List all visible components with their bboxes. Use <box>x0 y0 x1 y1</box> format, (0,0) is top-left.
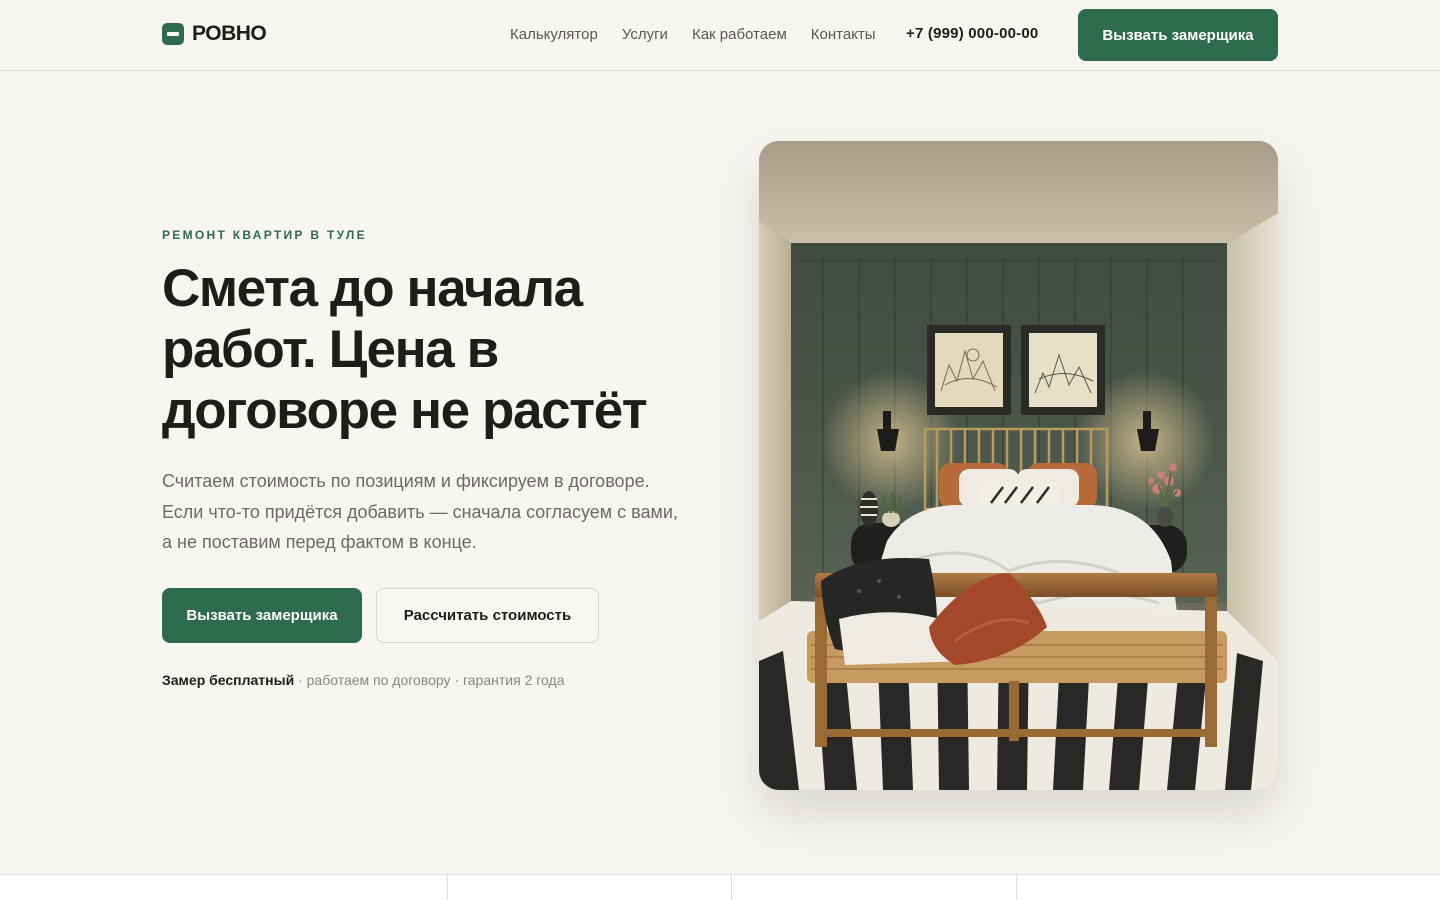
column-divider <box>1016 875 1017 900</box>
column-divider <box>447 875 448 900</box>
hero-actions: Вызвать замерщика Рассчитать стоимость <box>162 588 599 643</box>
main-nav: Калькулятор Услуги Как работаем Контакты <box>510 26 876 43</box>
trust-details: · работаем по договору · гарантия 2 года <box>294 672 565 688</box>
next-section-strip <box>0 874 1440 900</box>
hero-call-measurer-button[interactable]: Вызвать замерщика <box>162 588 362 643</box>
hero-eyebrow: РЕМОНТ КВАРТИР В ТУЛЕ <box>162 228 367 242</box>
hero-calculate-cost-button[interactable]: Рассчитать стоимость <box>376 588 599 643</box>
logo[interactable]: РОВНО <box>162 22 267 46</box>
phone-link[interactable]: +7 (999) 000-00-00 <box>906 25 1038 42</box>
site-header: РОВНО Калькулятор Услуги Как работаем Ко… <box>0 0 1440 71</box>
hero-headline: Смета до начала работ. Цена в договоре н… <box>162 259 648 440</box>
hero-bedroom-image <box>759 141 1278 790</box>
nav-item-contacts[interactable]: Контакты <box>811 26 876 43</box>
trust-free-measure: Замер бесплатный <box>162 672 295 688</box>
header-call-measurer-button[interactable]: Вызвать замерщика <box>1078 9 1278 61</box>
nav-item-services[interactable]: Услуги <box>622 26 668 43</box>
hero-trust-line: Замер бесплатный · работаем по договору … <box>162 672 564 688</box>
logo-text: РОВНО <box>192 22 267 45</box>
nav-item-calculator[interactable]: Калькулятор <box>510 26 598 43</box>
hero-lead: Считаем стоимость по позициям и фиксируе… <box>162 471 678 552</box>
logo-mark-icon <box>162 23 184 45</box>
nav-item-how-we-work[interactable]: Как работаем <box>692 26 787 43</box>
column-divider <box>731 875 732 900</box>
